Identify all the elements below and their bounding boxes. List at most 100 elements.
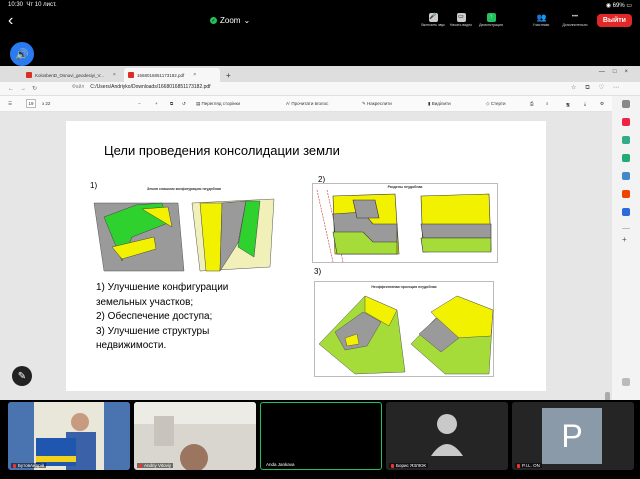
page-total: з 22 xyxy=(42,101,51,106)
close-tab-icon[interactable]: × xyxy=(113,72,116,78)
audio-bluetooth-icon[interactable]: 🔊 xyxy=(10,42,34,66)
mic-muted-icon xyxy=(517,463,520,468)
participants-icon: 👥 xyxy=(536,13,547,22)
more-button[interactable]: ••• Дополнительно xyxy=(560,13,590,27)
participant-name: Andriy Vitoviy xyxy=(137,463,174,468)
add-icon[interactable]: + xyxy=(622,236,627,244)
new-tab-button[interactable]: + xyxy=(222,68,235,82)
leave-button[interactable]: Выйти xyxy=(596,14,632,27)
sidebar-settings-icon[interactable] xyxy=(622,378,630,386)
mic-muted-icon xyxy=(13,463,16,468)
figure-label-3: 3) xyxy=(314,267,322,276)
list-item: земельных участков; xyxy=(96,296,194,308)
more-icon: ••• xyxy=(571,14,579,20)
draw-button[interactable]: ✎ Накреслити xyxy=(362,101,392,107)
tab-pdf-1[interactable]: KolosbenD_Osnovi_geodesiyi_V... × xyxy=(22,68,120,82)
fit-page-icon[interactable]: ⧉ xyxy=(170,101,173,106)
view-page-button[interactable]: ▤ Перегляд сторінки xyxy=(196,101,240,107)
share-button[interactable]: ↑ Демонстрация xyxy=(476,13,506,27)
tab-strip: KolosbenD_Osnovi_geodesiyi_V... × 166801… xyxy=(0,66,640,82)
toc-icon[interactable]: ☰ xyxy=(8,101,12,107)
participant-initial-avatar: P xyxy=(542,408,602,464)
browser-actions-icons[interactable]: ☆⧉♡⋯ xyxy=(571,84,628,92)
save-icon[interactable]: 🖫 xyxy=(566,101,570,109)
pdf-file-icon xyxy=(26,72,32,78)
mic-muted-icon: 🎤 xyxy=(428,13,438,22)
list-item: 2) Обеспечение доступа; xyxy=(96,311,213,322)
participant-tile[interactable]: Борис ЯЗЛЮК xyxy=(386,402,508,470)
participant-name: БутовАндрій xyxy=(11,463,47,468)
chevron-down-icon: ⌄ xyxy=(243,16,251,25)
highlight-button[interactable]: ▮ Виділити xyxy=(428,101,451,107)
zoom-title[interactable]: ✓ Zoom ⌄ xyxy=(210,16,250,25)
list-item: 1) Улучшение конфигурации xyxy=(96,282,229,293)
unmute-button[interactable]: 🎤 Включить звук xyxy=(418,13,448,27)
page-number-input[interactable]: 19 xyxy=(26,99,36,108)
list-item: недвижимости. xyxy=(96,340,167,351)
figure-2-caption: Разделы неудобная xyxy=(387,185,423,189)
pdf-file-icon xyxy=(128,72,134,78)
divider xyxy=(622,228,630,229)
mic-muted-icon xyxy=(139,463,142,468)
window-controls[interactable]: —□× xyxy=(599,69,636,75)
scrollbar[interactable] xyxy=(605,112,610,412)
address-bar: ←→↻ Файл C:/Users/Andriyko/Downloads/1668… xyxy=(0,82,640,96)
shopping-icon[interactable] xyxy=(622,118,630,126)
participant-tile[interactable]: P P.I.L. ON xyxy=(512,402,634,470)
participant-tile[interactable]: Andriy Vitoviy xyxy=(134,402,256,470)
search-icon[interactable]: ⌕ xyxy=(546,101,549,106)
nav-buttons[interactable]: ←→↻ xyxy=(8,85,43,92)
participant-video xyxy=(8,402,130,470)
url-field[interactable]: Файл C:/Users/Andriyko/Downloads/16680168… xyxy=(72,84,211,90)
pdf-toolbar: ☰ 19 з 22 − + ⧉ ↺ ▤ Перегляд сторінки A⁾… xyxy=(0,96,640,112)
status-time-date: 10:30 Чт 10 лист. xyxy=(8,2,57,8)
games-icon[interactable] xyxy=(622,154,630,162)
figure-3-drawing xyxy=(318,295,494,375)
participant-tile[interactable]: БутовАндрій xyxy=(8,402,130,470)
goals-list: 1) Улучшение конфигурации земельных учас… xyxy=(96,281,228,354)
rotate-icon[interactable]: ↺ xyxy=(182,101,186,107)
search-icon[interactable] xyxy=(622,100,630,108)
figure-3-parcels: Неэффективная проекция неудобная xyxy=(314,281,494,377)
status-battery: ◉ 69% ▭ xyxy=(605,3,632,9)
status-bar: 10:30 Чт 10 лист. ◉ 69% ▭ xyxy=(0,0,640,10)
participant-name: Anda Jankava xyxy=(264,462,297,467)
settings-gear-icon[interactable]: ⚙ xyxy=(600,101,604,107)
figure-1-drawing xyxy=(93,198,275,272)
participant-video xyxy=(134,402,256,470)
erase-button[interactable]: ◇ Стерти xyxy=(486,101,505,107)
participant-name: Борис ЯЗЛЮК xyxy=(389,463,429,468)
share-icon: ↑ xyxy=(486,13,496,22)
list-item: 3) Улучшение структуры xyxy=(96,325,210,337)
participant-tile-active-speaker[interactable]: Anda Jankava xyxy=(260,402,382,470)
tab-pdf-2[interactable]: 1668016851173182.pdf × xyxy=(124,68,220,82)
shield-check-icon: ✓ xyxy=(210,17,217,24)
participants-button[interactable]: 👥 Участники xyxy=(526,13,556,27)
figure-3-caption: Неэффективная проекция неудобная xyxy=(371,285,437,289)
video-off-icon: ▭ xyxy=(456,13,466,22)
start-video-button[interactable]: ▭ Начать видео xyxy=(446,13,476,27)
tools-icon[interactable] xyxy=(622,136,630,144)
close-tab-icon[interactable]: × xyxy=(193,72,196,78)
office-icon[interactable] xyxy=(622,172,630,180)
figure-1-parcels: Земля слишком конфигурацию неудобная xyxy=(92,187,276,273)
figure-2-drawing xyxy=(316,189,492,263)
slide-title: Цели проведения консолидации земли xyxy=(104,143,340,158)
mic-muted-icon xyxy=(391,463,394,468)
pdf-page: Цели проведения консолидации земли 1) 2)… xyxy=(66,121,546,391)
back-chevron-icon[interactable]: ‹ xyxy=(8,12,13,30)
annotate-pencil-icon[interactable]: ✎ xyxy=(12,366,32,386)
office-apps-icon[interactable] xyxy=(622,190,630,198)
figure-2-parcels: Разделы неудобная xyxy=(312,183,498,263)
zoom-top-bar: ‹ ✓ Zoom ⌄ 🎤 Включить звук ▭ Начать виде… xyxy=(0,10,640,36)
read-aloud-button[interactable]: A⁾ Прочитати вголос xyxy=(286,101,328,107)
outlook-icon[interactable] xyxy=(622,208,630,216)
edge-sidebar: + xyxy=(612,96,640,400)
participants-strip: БутовАндрій Andriy Vitoviy Anda Jankava … xyxy=(0,400,640,479)
participant-name: P.I.L. ON xyxy=(515,463,542,468)
default-avatar-icon xyxy=(431,414,463,456)
save-as-icon[interactable]: ⤓ xyxy=(584,101,586,106)
zoom-in-button[interactable]: + xyxy=(155,101,158,106)
zoom-out-button[interactable]: − xyxy=(138,101,141,106)
print-icon[interactable]: ⎙ xyxy=(530,101,534,106)
